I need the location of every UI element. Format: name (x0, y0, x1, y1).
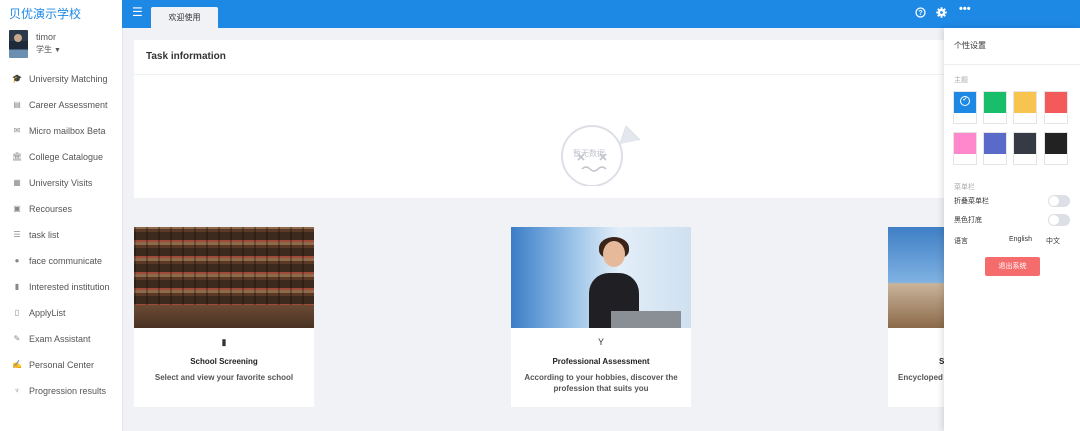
empty-state-text: 暂无数据 (573, 149, 605, 158)
theme-swatch-slate[interactable] (1013, 132, 1037, 165)
institution-icon: 🏛 (11, 152, 23, 161)
sidebar-item-personal-center[interactable]: ✍ Personal Center (0, 352, 122, 378)
feature-description: According to your hobbies, discover the … (524, 373, 678, 393)
theme-swatch-indigo[interactable] (983, 132, 1007, 165)
sidebar-item-recourses[interactable]: ▣ Recourses (0, 196, 122, 222)
feature-title: School Screening (190, 357, 258, 366)
sidebar-item-task-list[interactable]: ☰ task list (0, 222, 122, 248)
sidebar-item-applylist[interactable]: ▯ ApplyList (0, 300, 122, 326)
edit-icon: ✎ (13, 334, 21, 343)
theme-section-label: 主题 (954, 77, 968, 84)
feature-description: Select and view your favorite school (154, 373, 294, 382)
user-profile[interactable]: timor 学生 ▼ (0, 28, 122, 66)
sidebar-item-career-assessment[interactable]: ▤ Career Assessment (0, 92, 122, 118)
hamburger-menu-icon[interactable]: ☰ (132, 6, 143, 18)
dark-mode-label: 黑色打底 (954, 217, 982, 224)
task-information-card: Task information 暂无数据 (134, 40, 944, 198)
library-image (134, 227, 314, 328)
sidebar-item-face-communicate[interactable]: ● face communicate (0, 248, 122, 274)
feature-title: Professional Assessment (552, 357, 650, 366)
user-role-dropdown[interactable]: 学生 ▼ (36, 44, 61, 55)
sidebar-item-label: Exam Assistant (29, 334, 91, 344)
tab-welcome[interactable]: 欢迎使用 (151, 7, 218, 28)
sidebar: 贝优演示学校 timor 学生 ▼ 🎓 University Matching ▤ C… (0, 0, 123, 431)
user-name: timor (36, 32, 56, 42)
theme-swatch-pink[interactable] (953, 132, 977, 165)
theme-swatch-green[interactable] (983, 91, 1007, 124)
sidebar-item-label: Career Assessment (29, 100, 108, 110)
sidebar-item-label: Progression results (29, 386, 107, 396)
dark-mode-toggle[interactable] (1048, 214, 1070, 226)
language-label: 语言 (954, 238, 968, 245)
feature-description: Encycloped (898, 373, 943, 382)
logout-button[interactable]: 退出系统 (985, 257, 1040, 276)
caret-down-icon: ▼ (54, 47, 61, 54)
theme-swatch-blue[interactable]: ✓ (953, 91, 977, 124)
graduation-cap-icon: 🎓 (12, 74, 22, 83)
brand-name: 贝优演示学校 (9, 7, 82, 21)
file-icon: ▯ (14, 308, 20, 317)
top-bar: ☰ 欢迎使用 ? ••• (122, 0, 1080, 28)
sidebar-item-exam-assistant[interactable]: ✎ Exam Assistant (0, 326, 122, 352)
trophy-icon: ♆ (14, 386, 20, 395)
user-role: 学生 (36, 45, 52, 54)
briefcase-icon: ▣ (13, 204, 21, 213)
divider (134, 74, 944, 75)
avatar (9, 30, 28, 58)
envelope-icon: ✉ (13, 126, 21, 135)
sidebar-item-university-matching[interactable]: 🎓 University Matching (0, 66, 122, 92)
language-english[interactable]: English (1009, 236, 1032, 243)
feature-card-professional-assessment[interactable]: Y Professional Assessment According to y… (511, 227, 691, 407)
feature-card-school-screening[interactable]: ▮ School Screening Select and view your … (134, 227, 314, 407)
user-icon: ● (14, 256, 20, 265)
sidebar-item-label: task list (29, 230, 60, 240)
sidebar-section-label: 菜单栏 (954, 184, 975, 191)
clipboard-icon: ▤ (13, 100, 21, 109)
divider (944, 64, 1080, 65)
collapse-menu-toggle[interactable] (1048, 195, 1070, 207)
theme-swatch-red[interactable] (1044, 91, 1068, 124)
calendar-icon: ▦ (13, 178, 21, 187)
sidebar-item-label: Micro mailbox Beta (29, 126, 106, 136)
ellipsis-icon[interactable]: ••• (959, 4, 971, 15)
sidebar-item-label: face communicate (29, 256, 103, 266)
sidebar-item-interested-institution[interactable]: ▮ Interested institution (0, 274, 122, 300)
settings-panel: 个性设置 主题 ✓ 菜单栏 折叠菜单栏 黑色打底 语言 English 中文 退… (944, 28, 1080, 431)
language-chinese[interactable]: 中文 (1046, 236, 1060, 246)
task-information-title: Task information (146, 51, 226, 62)
list-icon: ☰ (13, 230, 21, 239)
sidebar-item-label: University Visits (29, 178, 93, 188)
feature-card-partial[interactable]: S Encycloped (888, 227, 944, 407)
sidebar-item-micro-mailbox[interactable]: ✉ Micro mailbox Beta (0, 118, 122, 144)
fork-icon: Y (597, 337, 604, 347)
collapse-menu-label: 折叠菜单栏 (954, 198, 989, 205)
sidebar-item-progression-results[interactable]: ♆ Progression results (0, 378, 122, 404)
sidebar-item-label: Recourses (29, 204, 73, 214)
sidebar-item-label: Interested institution (29, 282, 110, 292)
check-icon: ✓ (960, 96, 970, 106)
theme-swatch-yellow[interactable] (1013, 91, 1037, 124)
sidebar-item-university-visits[interactable]: ▦ University Visits (0, 170, 122, 196)
question-circle-icon[interactable]: ? (915, 7, 926, 21)
sidebar-menu: 🎓 University Matching ▤ Career Assessment … (0, 66, 122, 404)
theme-swatch-black[interactable] (1044, 132, 1068, 165)
clipboard-check-icon: ▮ (14, 282, 20, 291)
sidebar-item-label: College Catalogue (29, 152, 104, 162)
sidebar-item-label: University Matching (29, 74, 108, 84)
businesswoman-image (511, 227, 691, 328)
building-image (888, 227, 944, 328)
gear-icon[interactable] (936, 7, 947, 21)
settings-title: 个性设置 (954, 41, 986, 50)
svg-text:?: ? (918, 10, 922, 17)
sidebar-item-label: ApplyList (29, 308, 66, 318)
sidebar-item-college-catalogue[interactable]: 🏛 College Catalogue (0, 144, 122, 170)
pencil-square-icon: ✍ (12, 360, 22, 369)
bookmark-icon: ▮ (221, 337, 227, 347)
sidebar-item-label: Personal Center (29, 360, 95, 370)
